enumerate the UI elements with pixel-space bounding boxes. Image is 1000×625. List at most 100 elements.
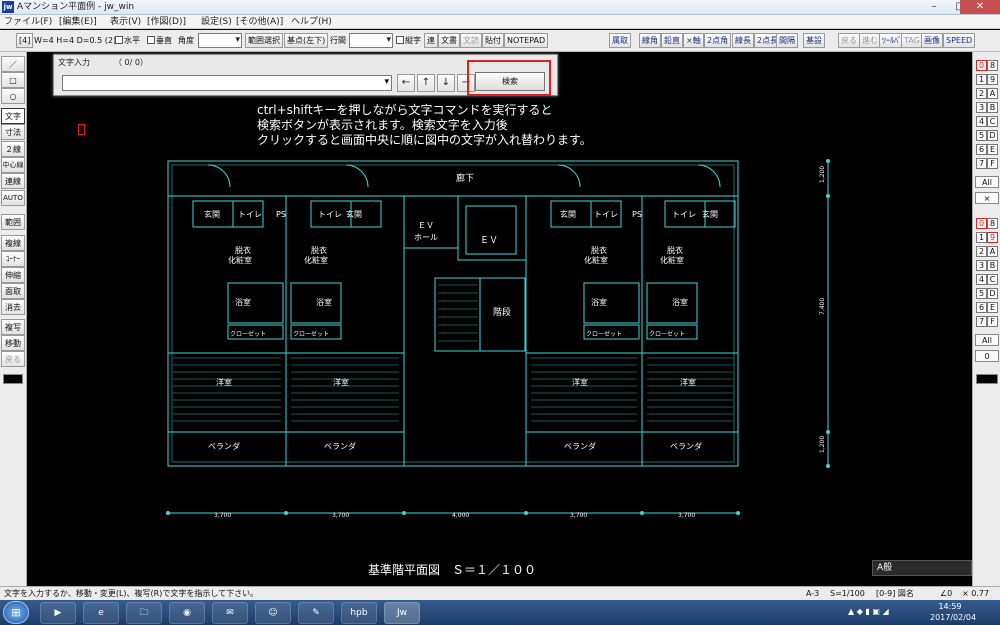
minimize-button[interactable]: – (921, 0, 947, 14)
ime-bar[interactable]: A般 (872, 560, 972, 576)
tool-center-line[interactable]: 中心線 (1, 157, 25, 173)
tool-auto[interactable]: AUTO (1, 190, 25, 206)
taskbar-app-hpb[interactable]: hpb (341, 602, 377, 624)
svg-text:化粧室: 化粧室 (660, 255, 684, 265)
taskbar-app-ie[interactable]: e (83, 602, 119, 624)
tool-circle[interactable]: ○ (1, 88, 25, 104)
layer-group-close-button[interactable]: × (975, 192, 999, 204)
vertical-text-checkbox[interactable]: 縦字 (396, 34, 421, 48)
layer-6[interactable]: 6E (975, 302, 999, 314)
menu-draw[interactable]: [作図(D)] (147, 16, 186, 28)
speed-button[interactable]: SPEED (943, 33, 976, 48)
layer-0[interactable]: 08 (975, 218, 999, 230)
layer-group-1[interactable]: 19 (975, 74, 999, 86)
tool-line-angle[interactable]: 線角 (639, 33, 661, 48)
tool-copy[interactable]: 複写 (1, 319, 25, 335)
tool-spacing[interactable]: 間隔 (776, 33, 798, 48)
tool-two-point-angle[interactable]: 2点角 (704, 33, 732, 48)
layer-7[interactable]: 7F (975, 316, 999, 328)
taskbar-app-explorer[interactable]: 🗀 (126, 602, 162, 624)
up-button[interactable]: ↑ (417, 74, 435, 92)
layer-1[interactable]: 19 (975, 232, 999, 244)
tool-attribute-get[interactable]: 属取 (609, 33, 631, 48)
tool-dimension[interactable]: 寸法 (1, 124, 25, 140)
tool-double-line[interactable]: ２線 (1, 141, 25, 157)
notepad-button[interactable]: NOTEPAD (504, 33, 549, 48)
layer-3[interactable]: 3B (975, 260, 999, 272)
tool-chamfer[interactable]: 面取 (1, 283, 25, 299)
tool-base-setting[interactable]: 基設 (803, 33, 825, 48)
paper-size[interactable]: A-3 (806, 588, 819, 600)
taskbar-app-chrome[interactable]: ◉ (169, 602, 205, 624)
redo-button[interactable]: 進む (859, 33, 881, 48)
menu-view[interactable]: 表示(V) (110, 16, 141, 28)
tray-icons[interactable]: ▲ ◆ ▮ ▣ ◢ (848, 607, 889, 616)
tool-line[interactable]: ／ (1, 56, 25, 72)
taskbar-app-paint[interactable]: ✎ (298, 602, 334, 624)
tool-line-length[interactable]: 線長 (732, 33, 754, 48)
text-style-button[interactable]: 文書 (438, 33, 460, 48)
tool-move[interactable]: 移動 (1, 335, 25, 351)
taskbar-app-jww[interactable]: Jw (384, 602, 420, 624)
tool-stretch[interactable]: 伸縮 (1, 267, 25, 283)
undo-button[interactable]: 戻る (838, 33, 860, 48)
tool-offset[interactable]: 複線 (1, 235, 25, 251)
paste-button[interactable]: 貼付 (482, 33, 504, 48)
line-type-swatch[interactable] (3, 374, 23, 384)
tool-rectangle[interactable]: □ (1, 72, 25, 88)
layer-toolbar: 08 19 2A 3B 4C 5D 6E 7F All × 08 19 2A 3… (972, 52, 1000, 586)
layer-4[interactable]: 4C (975, 274, 999, 286)
tool-undo[interactable]: 戻る (1, 351, 25, 367)
text-input-field[interactable] (62, 75, 392, 91)
layer-group-0[interactable]: 08 (975, 60, 999, 72)
text-read-button[interactable]: 文読 (460, 33, 482, 48)
text-size-label[interactable]: W=4 H=4 D=0.5 (2) (34, 34, 116, 48)
layer-2[interactable]: 2A (975, 246, 999, 258)
scale-display[interactable]: S=1/100 (830, 588, 865, 600)
taskbar-app-mail[interactable]: ✉ (212, 602, 248, 624)
image-button[interactable]: 画像 (921, 33, 943, 48)
tool-range[interactable]: 範囲 (1, 214, 25, 230)
layer-swatch[interactable] (976, 374, 998, 384)
vertical-checkbox[interactable]: 垂直 (147, 34, 172, 48)
down-button[interactable]: ↓ (437, 74, 455, 92)
range-select-button[interactable]: 範囲選択 (245, 33, 283, 48)
base-point-button[interactable]: 基点(左下) (284, 33, 329, 48)
layer-5[interactable]: 5D (975, 288, 999, 300)
menu-other[interactable]: [その他(A)] (236, 16, 283, 28)
menu-settings[interactable]: 設定(S) (201, 16, 232, 28)
menu-help[interactable]: ヘルプ(H) (291, 16, 332, 28)
angle-select[interactable] (198, 33, 242, 48)
tag-button[interactable]: TAG (901, 33, 923, 48)
menu-edit[interactable]: [編集(E)] (59, 16, 97, 28)
layer-group-3[interactable]: 3B (975, 102, 999, 114)
tool-continuous-line[interactable]: 連線 (1, 173, 25, 189)
line-spacing-select[interactable] (349, 33, 393, 48)
layer-group-all-button[interactable]: All (975, 176, 999, 188)
tool-erase[interactable]: 消去 (1, 299, 25, 315)
layer-group-6[interactable]: 6E (975, 144, 999, 156)
layer-group-4[interactable]: 4C (975, 116, 999, 128)
layer-all-button[interactable]: All (975, 334, 999, 346)
layer-display[interactable]: [0-9] 図名 (876, 588, 914, 600)
prev-button[interactable]: ← (397, 74, 415, 92)
taskbar-app-character[interactable]: ☺ (255, 602, 291, 624)
start-button[interactable]: ⊞ (3, 601, 29, 624)
angle-display[interactable]: ∠0 (940, 588, 952, 600)
close-button[interactable]: ✕ (960, 0, 1000, 14)
continuous-button[interactable]: 連 (424, 33, 438, 48)
menu-file[interactable]: ファイル(F) (4, 16, 52, 28)
tool-corner[interactable]: ｺｰﾅｰ (1, 251, 25, 267)
horizontal-checkbox[interactable]: 水平 (115, 34, 140, 48)
clock[interactable]: 14:59 2017/02/04 (930, 601, 976, 623)
tool-text[interactable]: 文字 (1, 108, 25, 124)
layer-group-5[interactable]: 5D (975, 130, 999, 142)
layer-group-7[interactable]: 7F (975, 158, 999, 170)
layer-group-2[interactable]: 2A (975, 88, 999, 100)
tool-x-axis[interactable]: ×軸 (683, 33, 704, 48)
layer-zero-button[interactable]: 0 (975, 350, 999, 362)
tool-perpendicular[interactable]: 鉛直 (661, 33, 683, 48)
taskbar-app-media[interactable]: ▶ (40, 602, 76, 624)
layer-button[interactable]: [4] (16, 33, 34, 48)
zoom-display[interactable]: × 0.77 (962, 588, 989, 600)
